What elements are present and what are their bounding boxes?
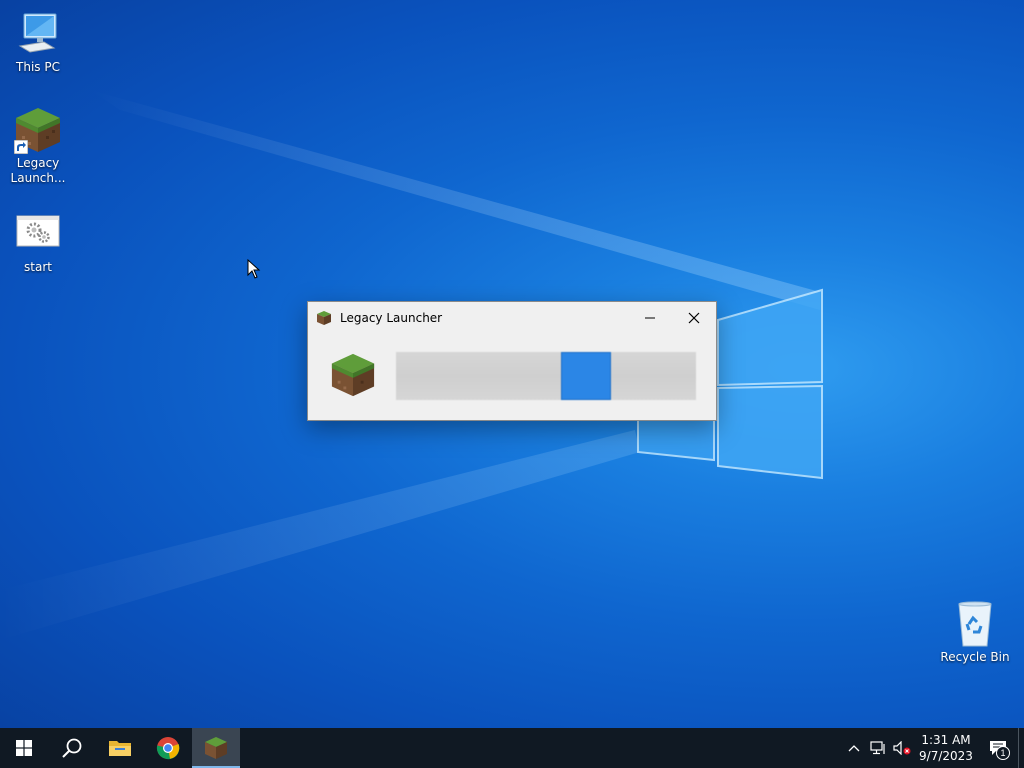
clock[interactable]: 1:31 AM 9/7/2023	[914, 732, 978, 764]
grass-block-logo	[331, 353, 375, 397]
desktop-icon-label: Recycle Bin	[940, 650, 1010, 664]
volume-button[interactable]	[890, 728, 914, 768]
network-icon	[870, 741, 885, 755]
clock-time: 1:31 AM	[921, 733, 971, 747]
start-button[interactable]	[0, 728, 48, 768]
computer-icon	[14, 10, 62, 58]
desktop-icon-label: This PC	[16, 60, 60, 74]
grass-block-icon	[205, 737, 227, 759]
grass-block-icon	[317, 311, 331, 325]
mouse-cursor-icon	[247, 259, 261, 279]
system-tray: 1:31 AM 9/7/2023 1	[842, 728, 1024, 768]
show-hidden-icons-button[interactable]	[842, 728, 866, 768]
legacy-launcher-window[interactable]: Legacy Launcher	[307, 301, 717, 421]
taskbar: 1:31 AM 9/7/2023 1	[0, 728, 1024, 768]
window-titlebar[interactable]: Legacy Launcher	[308, 302, 716, 334]
desktop-icon-label: start	[24, 260, 52, 274]
network-button[interactable]	[866, 728, 890, 768]
desktop-icon-label: Legacy Launch...	[10, 156, 66, 185]
close-button[interactable]	[672, 302, 716, 334]
show-desktop-button[interactable]	[1018, 728, 1024, 768]
search-icon	[62, 738, 82, 758]
desktop-icon-recycle-bin[interactable]: Recycle Bin	[936, 600, 1014, 665]
close-icon	[688, 312, 700, 324]
grass-block-icon	[14, 106, 62, 154]
legacy-launcher-taskbar-button[interactable]	[192, 728, 240, 768]
notification-count-badge: 1	[996, 746, 1010, 760]
recycle-bin-icon	[951, 600, 999, 648]
search-button[interactable]	[48, 728, 96, 768]
clock-date: 9/7/2023	[919, 749, 973, 763]
minimize-icon	[645, 317, 655, 319]
window-body	[308, 334, 716, 420]
chrome-icon	[156, 737, 180, 760]
desktop-icon-start[interactable]: start	[0, 210, 76, 275]
chevron-up-icon	[848, 745, 860, 752]
desktop-icon-legacy-launcher[interactable]: Legacy Launch...	[0, 106, 76, 186]
desktop-icon-this-pc[interactable]: This PC	[0, 10, 76, 75]
window-title: Legacy Launcher	[340, 311, 443, 325]
folder-icon	[109, 741, 131, 756]
chrome-button[interactable]	[144, 728, 192, 768]
loading-progress-bar	[396, 352, 696, 400]
progress-indicator	[561, 352, 611, 400]
windows-logo-icon	[16, 740, 32, 756]
action-center-button[interactable]: 1	[978, 728, 1018, 768]
shortcut-arrow-icon	[14, 140, 28, 154]
gears-icon	[14, 210, 62, 258]
volume-muted-icon	[893, 741, 911, 755]
minimize-button[interactable]	[628, 302, 672, 334]
file-explorer-button[interactable]	[96, 728, 144, 768]
